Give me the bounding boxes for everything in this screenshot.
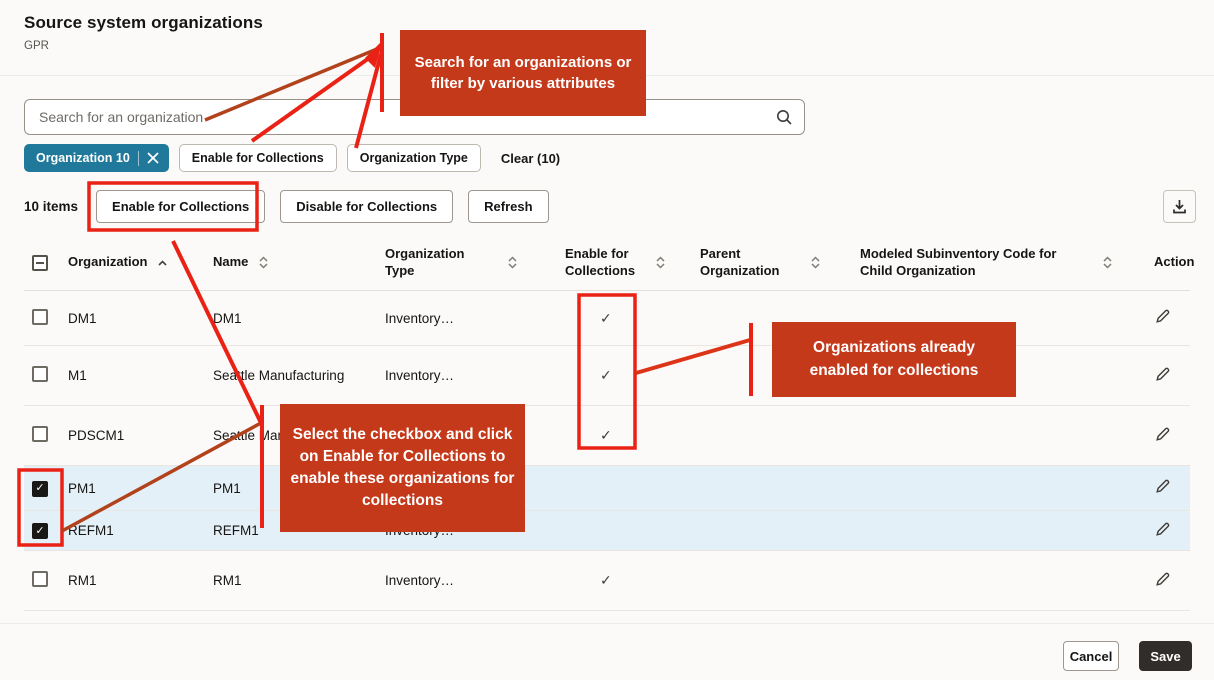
enable-for-collections-button[interactable]: Enable for Collections — [96, 190, 265, 223]
cell-name: Seattle Manufacturing — [213, 428, 385, 443]
sort-asc-icon[interactable] — [158, 260, 167, 266]
table-toolbar: 10 items Enable for Collections Disable … — [24, 190, 549, 223]
footer-divider — [0, 623, 1214, 624]
cell-name: Seattle Manufacturing — [213, 368, 385, 383]
table-row-pdscm1[interactable]: PDSCM1 Seattle Manufacturing Inventory… … — [24, 406, 1190, 466]
row-checkbox[interactable] — [32, 523, 48, 539]
cell-name: REFM1 — [213, 523, 385, 538]
chip-divider — [138, 151, 139, 166]
enabled-checkmark-icon: ✓ — [565, 310, 700, 327]
sort-icon[interactable] — [811, 256, 820, 269]
table-row-pm1[interactable]: PM1 PM1 — [24, 466, 1190, 511]
cell-organization-type: Inventory… — [385, 368, 565, 383]
sort-icon[interactable] — [508, 256, 517, 269]
sort-icon[interactable] — [259, 256, 268, 269]
sort-icon[interactable] — [656, 256, 665, 269]
edit-pencil-icon[interactable] — [1154, 571, 1171, 588]
cell-name: DM1 — [213, 311, 385, 326]
filter-chip-organization-type[interactable]: Organization Type — [347, 144, 481, 172]
active-filter-label: Organization 10 — [36, 151, 130, 165]
column-header-enable-for-collections[interactable]: Enable for Collections — [565, 246, 700, 279]
row-checkbox[interactable] — [32, 481, 48, 497]
table-row-m1[interactable]: M1 Seattle Manufacturing Inventory… ✓ — [24, 346, 1190, 406]
enabled-checkmark-icon: ✓ — [565, 367, 700, 384]
page-title: Source system organizations — [24, 13, 263, 33]
edit-pencil-icon[interactable] — [1154, 366, 1171, 383]
edit-pencil-icon[interactable] — [1154, 521, 1171, 538]
table-header-row: Organization Name Organization Type Enab… — [24, 235, 1190, 291]
download-icon — [1171, 198, 1188, 215]
edit-pencil-icon[interactable] — [1154, 308, 1171, 325]
cell-organization: PM1 — [68, 481, 213, 496]
cell-organization-type: Inventory… — [385, 523, 565, 538]
remove-filter-icon[interactable] — [147, 152, 159, 164]
refresh-button[interactable]: Refresh — [468, 190, 548, 223]
export-button[interactable] — [1163, 190, 1196, 223]
cell-organization: DM1 — [68, 311, 213, 326]
items-count: 10 items — [24, 199, 78, 214]
row-checkbox[interactable] — [32, 571, 48, 587]
cell-organization: RM1 — [68, 573, 213, 588]
enabled-checkmark-icon: ✓ — [565, 427, 700, 444]
cell-organization: REFM1 — [68, 523, 213, 538]
edit-pencil-icon[interactable] — [1154, 478, 1171, 495]
annotation-arrowhead — [365, 40, 383, 68]
select-all-checkbox[interactable] — [32, 255, 48, 271]
column-header-modeled-subinventory-code[interactable]: Modeled Subinventory Code for Child Orga… — [860, 246, 1140, 279]
table-row-rm1[interactable]: RM1 RM1 Inventory… ✓ — [24, 551, 1190, 611]
search-bar[interactable] — [24, 99, 805, 135]
source-system-organizations-page: Source system organizations GPR Organiza… — [0, 0, 1214, 680]
cell-name: RM1 — [213, 573, 385, 588]
enabled-checkmark-icon: ✓ — [565, 572, 700, 589]
cell-organization-type: Inventory… — [385, 573, 565, 588]
column-header-organization-type[interactable]: Organization Type — [385, 246, 565, 279]
row-checkbox[interactable] — [32, 426, 48, 442]
table-row-refm1[interactable]: REFM1 REFM1 Inventory… — [24, 511, 1190, 551]
cell-organization-type: Inventory… — [385, 428, 565, 443]
table-row-dm1[interactable]: DM1 DM1 Inventory… ✓ — [24, 291, 1190, 346]
filter-chip-enable-for-collections[interactable]: Enable for Collections — [179, 144, 337, 172]
cell-organization-type: Inventory… — [385, 311, 565, 326]
row-checkbox[interactable] — [32, 366, 48, 382]
edit-pencil-icon[interactable] — [1154, 426, 1171, 443]
column-header-action: Action — [1140, 254, 1194, 270]
column-header-parent-organization[interactable]: Parent Organization — [700, 246, 860, 279]
disable-for-collections-button[interactable]: Disable for Collections — [280, 190, 453, 223]
cell-organization: PDSCM1 — [68, 428, 213, 443]
cell-name: PM1 — [213, 481, 385, 496]
organizations-table: Organization Name Organization Type Enab… — [24, 235, 1190, 611]
search-input[interactable] — [25, 109, 764, 125]
save-button[interactable]: Save — [1139, 641, 1192, 671]
cell-organization: M1 — [68, 368, 213, 383]
sort-icon[interactable] — [1103, 256, 1112, 269]
header-divider — [0, 75, 1214, 76]
search-icon[interactable] — [764, 100, 804, 134]
page-subtitle: GPR — [24, 40, 49, 52]
filter-chip-row: Organization 10 Enable for Collections O… — [24, 144, 560, 172]
clear-filters-button[interactable]: Clear (10) — [501, 151, 560, 166]
column-header-organization[interactable]: Organization — [68, 254, 213, 270]
cancel-button[interactable]: Cancel — [1063, 641, 1119, 671]
row-checkbox[interactable] — [32, 309, 48, 325]
column-header-name[interactable]: Name — [213, 254, 385, 270]
active-filter-chip[interactable]: Organization 10 — [24, 144, 169, 172]
